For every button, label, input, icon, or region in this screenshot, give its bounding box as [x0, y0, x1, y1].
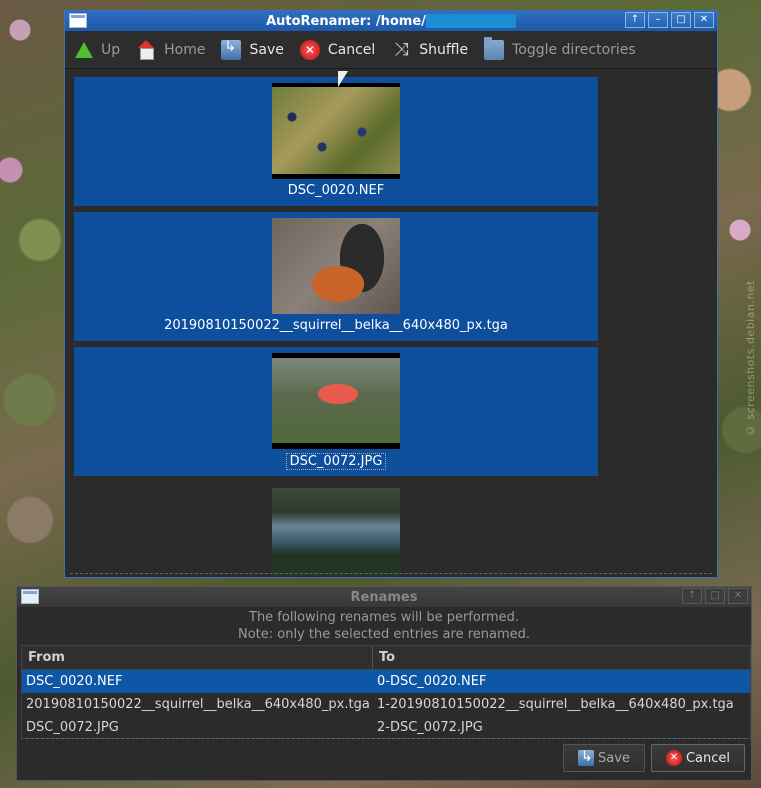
thumbnail-image [272, 488, 400, 576]
cancel-icon: ✕ [299, 39, 320, 60]
file-name: DSC_0072.JPG [285, 453, 387, 470]
thumbnail-list[interactable]: DSC_0020.NEF 20190810150022__squirrel__b… [66, 70, 716, 576]
cancel-button[interactable]: ✕ Cancel [299, 39, 375, 60]
table-row[interactable]: 20190810150022__squirrel__belka__640x480… [22, 693, 750, 716]
window-app-icon[interactable] [69, 13, 87, 28]
file-tile[interactable]: DSC_0020.NEF [74, 77, 598, 206]
table-row[interactable]: DSC_0020.NEF 0-DSC_0020.NEF [22, 670, 750, 693]
autorenamer-window: AutoRenamer: /home/ ↑ – □ ✕ Up Home Save… [64, 10, 718, 578]
save-button[interactable]: Save [221, 39, 284, 60]
maximize-button[interactable]: □ [671, 12, 691, 28]
up-button[interactable]: Up [75, 41, 120, 58]
cancel-icon: ✕ [665, 750, 682, 766]
home-button[interactable]: Home [136, 39, 205, 60]
up-arrow-icon [75, 41, 93, 58]
dialog-cancel-button[interactable]: ✕ Cancel [650, 744, 745, 772]
file-tile[interactable] [74, 482, 598, 576]
table-row[interactable]: DSC_0072.JPG 2-DSC_0072.JPG [22, 716, 750, 739]
watermark: © screenshots.debian.net [744, 280, 757, 438]
title-bar[interactable]: AutoRenamer: /home/ ↑ – □ ✕ [65, 11, 717, 31]
save-icon [578, 749, 595, 766]
column-header-from[interactable]: From [22, 646, 373, 669]
shade-button[interactable]: ↑ [625, 12, 645, 28]
renames-table[interactable]: From To DSC_0020.NEF 0-DSC_0020.NEF 2019… [21, 645, 751, 739]
thumbnail-image [272, 83, 400, 179]
file-name: 20190810150022__squirrel__belka__640x480… [164, 318, 508, 333]
close-button[interactable]: ✕ [694, 12, 714, 28]
renames-dialog: Renames ↑ □ ✕ The following renames will… [16, 586, 752, 781]
thumbnail-image [272, 353, 400, 449]
table-bottom-edge [26, 738, 746, 739]
close-button[interactable]: ✕ [728, 588, 748, 604]
redacted-path [425, 14, 516, 28]
dialog-save-button[interactable]: Save [563, 744, 645, 772]
toggle-directories-button[interactable]: Toggle directories [484, 36, 636, 60]
file-name: DSC_0020.NEF [287, 183, 385, 198]
dialog-title: Renames [350, 589, 418, 605]
column-header-to[interactable]: To [373, 646, 401, 669]
shuffle-icon: ⤨ [394, 38, 409, 60]
table-header: From To [22, 646, 750, 670]
shuffle-button[interactable]: ⤨ Shuffle [391, 38, 468, 60]
window-title: AutoRenamer: /home/ [65, 14, 717, 29]
mouse-cursor [338, 71, 348, 87]
renames-note: The following renames will be performed.… [237, 610, 531, 642]
toolbar: Up Home Save ✕ Cancel ⤨ Shuffle Toggle d… [65, 31, 717, 69]
folder-icon [484, 36, 505, 60]
file-tile[interactable]: DSC_0072.JPG [74, 347, 598, 476]
maximize-button[interactable]: □ [705, 588, 725, 604]
window-app-icon[interactable] [21, 589, 39, 604]
home-icon [136, 39, 156, 60]
file-tile[interactable]: 20190810150022__squirrel__belka__640x480… [74, 212, 598, 341]
shade-button[interactable]: ↑ [682, 588, 702, 604]
renames-title-bar[interactable]: Renames ↑ □ ✕ [17, 587, 751, 607]
minimize-button[interactable]: – [648, 12, 668, 28]
dialog-buttons: Save ✕ Cancel [563, 744, 745, 772]
save-icon [221, 39, 242, 60]
scroll-edge [70, 573, 712, 574]
thumbnail-image [272, 218, 400, 314]
